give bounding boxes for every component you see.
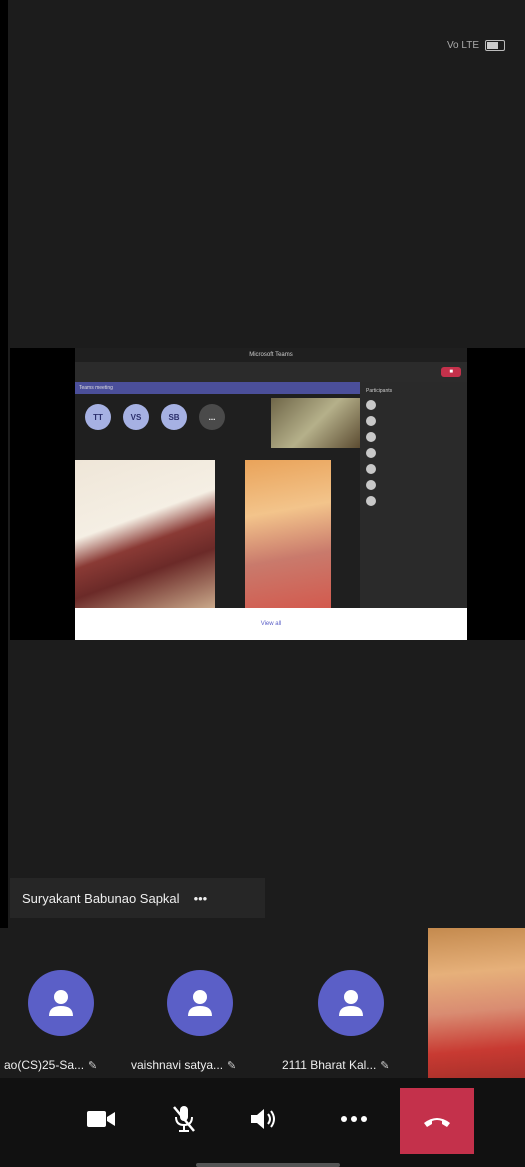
shared-video-tile (75, 460, 215, 608)
active-speaker-chip[interactable]: Suryakant Babunao Sapkal ••• (10, 878, 265, 918)
avatar (366, 448, 376, 458)
shared-participants-panel: Participants (360, 382, 467, 608)
screen-share-view[interactable]: Microsoft Teams ■ Teams meeting TT VS SB… (10, 348, 525, 640)
participant-label: 2111 Bharat Kal... ✎ (278, 1058, 424, 1072)
shared-participant-row (366, 432, 461, 442)
person-icon (188, 990, 212, 1016)
participant-name: vaishnavi satya... (131, 1058, 224, 1072)
shared-participant-row (366, 496, 461, 506)
avatar (366, 400, 376, 410)
mic-off-icon (173, 1106, 195, 1132)
shared-meeting-body: Teams meeting TT VS SB ... Participants (75, 382, 467, 608)
participant-tile[interactable]: 2111 Bharat Kal... ✎ (278, 928, 424, 1078)
avatar (366, 416, 376, 426)
shared-leave-pill: ■ (441, 367, 461, 377)
shared-participant-row (366, 400, 461, 410)
shared-toolbar: ■ (75, 362, 467, 382)
mic-off-icon: ✎ (227, 1059, 237, 1072)
shared-banner: Teams meeting (75, 382, 364, 394)
camera-button[interactable] (72, 1090, 130, 1148)
participant-strip: ao(CS)25-Sa... ✎ vaishnavi satya... ✎ 21… (0, 928, 525, 1078)
mute-button[interactable] (155, 1090, 213, 1148)
network-label: Vo LTE (446, 40, 479, 51)
shared-participant-row (366, 480, 461, 490)
person-icon (339, 990, 363, 1016)
more-options-icon[interactable]: ••• (194, 891, 208, 906)
home-indicator[interactable] (196, 1163, 340, 1167)
avatar (318, 970, 384, 1036)
participant-name: 2111 Bharat Kal... (282, 1058, 377, 1072)
shared-screen: Microsoft Teams ■ Teams meeting TT VS SB… (75, 348, 467, 640)
battery-icon (485, 40, 505, 51)
shared-avatar: SB (161, 404, 187, 430)
mic-off-icon: ✎ (88, 1059, 98, 1072)
participant-name: ao(CS)25-Sa... (4, 1058, 85, 1072)
shared-video-tile (245, 460, 331, 608)
shared-window-title: Microsoft Teams (75, 348, 467, 362)
hangup-icon (424, 1118, 450, 1127)
avatar (167, 970, 233, 1036)
call-controls (0, 1078, 525, 1167)
shared-participants-header: Participants (366, 388, 393, 394)
more-icon (341, 1116, 367, 1122)
avatar (366, 496, 376, 506)
active-speaker-name: Suryakant Babunao Sapkal (22, 890, 180, 906)
avatar (366, 480, 376, 490)
participant-tile[interactable]: vaishnavi satya... ✎ (127, 928, 273, 1078)
person-icon (49, 990, 73, 1016)
avatar (28, 970, 94, 1036)
participant-label: vaishnavi satya... ✎ (127, 1058, 273, 1072)
hangup-button[interactable] (400, 1088, 474, 1154)
shared-avatar: TT (85, 404, 111, 430)
shared-avatar: ... (199, 404, 225, 430)
participant-tile[interactable]: ao(CS)25-Sa... ✎ (0, 928, 122, 1078)
more-button[interactable] (325, 1090, 383, 1148)
shared-avatar: VS (123, 404, 149, 430)
avatar (366, 432, 376, 442)
speaker-icon (251, 1109, 275, 1129)
shared-participant-row (366, 448, 461, 458)
participant-label: ao(CS)25-Sa... ✎ (0, 1058, 122, 1072)
speaker-button[interactable] (235, 1090, 293, 1148)
status-bar: Vo LTE (447, 40, 505, 51)
avatar (366, 464, 376, 474)
self-video-tile[interactable] (428, 928, 525, 1078)
camera-icon (87, 1111, 115, 1127)
mic-off-icon: ✎ (380, 1059, 390, 1072)
shared-avatars: TT VS SB ... (85, 404, 225, 430)
shared-video-thumb (271, 398, 361, 448)
shared-footer: View all (75, 608, 467, 640)
shared-participant-row (366, 464, 461, 474)
shared-participant-row (366, 416, 461, 426)
